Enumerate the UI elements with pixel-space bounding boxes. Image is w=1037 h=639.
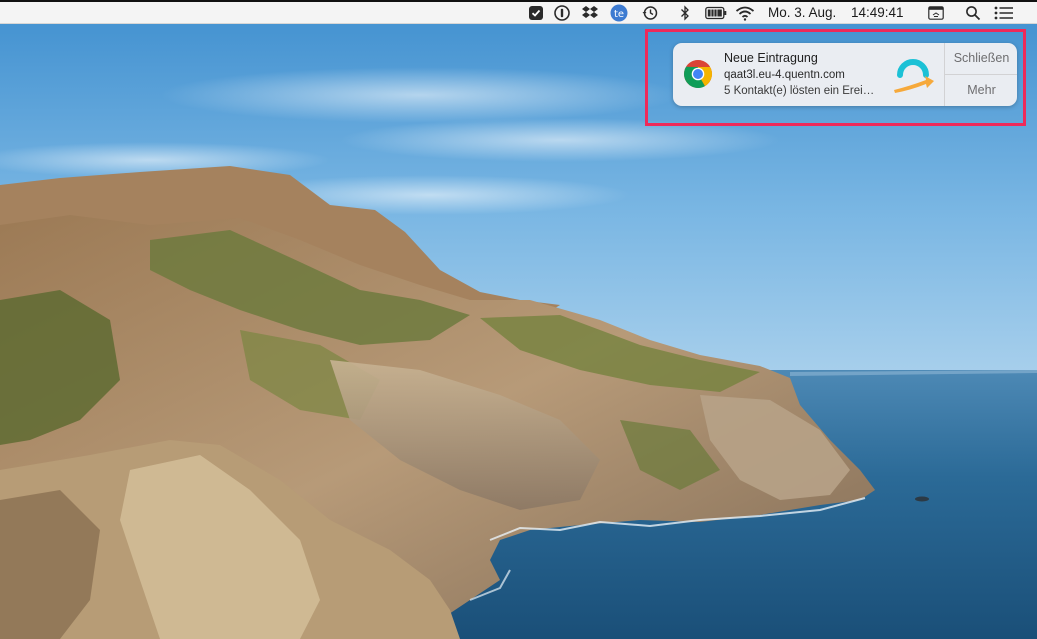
bluetooth-icon[interactable] (677, 4, 693, 22)
keyboard-input-icon[interactable] (927, 4, 945, 22)
notification-actions: Schließen Mehr (944, 43, 1017, 106)
notification-banner[interactable]: Neue Eintragung qaat3l.eu-4.quentn.com 5… (673, 43, 1017, 106)
menu-bar: te Mo. 3. Aug. 14:49:41 (0, 0, 1037, 24)
close-button[interactable]: Schließen (945, 43, 1017, 75)
svg-text:te: te (614, 9, 624, 20)
chrome-icon (683, 59, 713, 89)
wifi-icon[interactable] (734, 4, 756, 22)
dropbox-icon[interactable] (580, 4, 600, 22)
battery-icon[interactable] (704, 4, 728, 22)
shield-check-icon[interactable] (527, 4, 545, 22)
more-button[interactable]: Mehr (945, 75, 1017, 106)
menubar-time[interactable]: 14:49:41 (851, 4, 904, 22)
one-password-icon[interactable] (553, 4, 571, 22)
notification-center-icon[interactable] (993, 4, 1015, 22)
time-machine-icon[interactable] (640, 4, 660, 22)
notification-body: 5 Kontakt(e) lösten ein Ereignis aus (724, 85, 880, 97)
spotlight-search-icon[interactable] (964, 4, 982, 22)
notification-subtitle: qaat3l.eu-4.quentn.com (724, 69, 845, 81)
te-app-icon[interactable]: te (609, 4, 629, 22)
menubar-date[interactable]: Mo. 3. Aug. (768, 4, 836, 22)
quentn-logo-icon (890, 53, 936, 97)
notification-title: Neue Eintragung (724, 51, 818, 65)
